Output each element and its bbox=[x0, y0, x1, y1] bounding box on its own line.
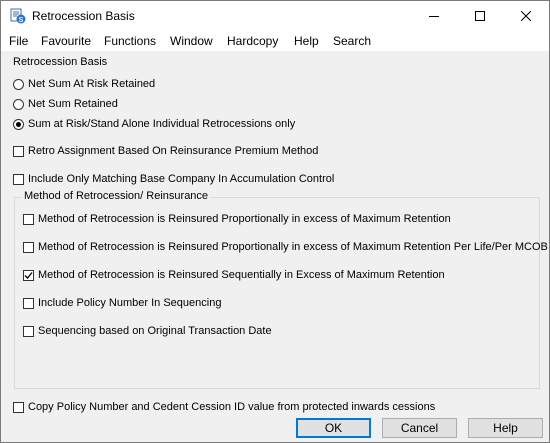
radio-net-sum-retained[interactable]: Net Sum Retained bbox=[13, 96, 118, 112]
retrocession-basis-dialog: S Retrocession Basis File Favourite Func… bbox=[0, 0, 550, 443]
radio-label: Net Sum At Risk Retained bbox=[28, 78, 156, 90]
method-group-label: Method of Retrocession/ Reinsurance bbox=[22, 190, 211, 202]
menu-functions[interactable]: Functions bbox=[104, 34, 156, 48]
svg-text:S: S bbox=[19, 17, 24, 24]
close-button[interactable] bbox=[503, 1, 549, 31]
maximize-icon bbox=[475, 11, 485, 21]
checkbox-retro-assignment[interactable]: Retro Assignment Based On Reinsurance Pr… bbox=[13, 143, 318, 159]
radio-button-selected[interactable] bbox=[13, 118, 24, 130]
checkbox-method-proportional[interactable]: Method of Retrocession is Reinsured Prop… bbox=[23, 211, 451, 227]
checkbox-label: Include Only Matching Base Company In Ac… bbox=[28, 173, 335, 185]
checkbox-label: Sequencing based on Original Transaction… bbox=[38, 325, 272, 337]
checkbox-sequencing-original-date[interactable]: Sequencing based on Original Transaction… bbox=[23, 323, 272, 339]
checkmark-icon bbox=[24, 271, 33, 279]
checkbox-label: Retro Assignment Based On Reinsurance Pr… bbox=[28, 145, 319, 157]
menu-bar: File Favourite Functions Window Hardcopy… bbox=[1, 31, 549, 51]
checkbox-include-matching[interactable]: Include Only Matching Base Company In Ac… bbox=[13, 171, 334, 187]
checkbox[interactable] bbox=[13, 173, 24, 185]
help-button[interactable]: Help bbox=[468, 418, 543, 438]
checkbox-label: Method of Retrocession is Reinsured Prop… bbox=[38, 241, 548, 253]
app-icon: S bbox=[10, 8, 26, 24]
basis-group-label: Retrocession Basis bbox=[13, 56, 108, 68]
menu-search[interactable]: Search bbox=[333, 34, 371, 48]
checkbox-checked[interactable] bbox=[23, 269, 34, 281]
checkbox-method-proportional-per-life[interactable]: Method of Retrocession is Reinsured Prop… bbox=[23, 239, 548, 255]
checkbox[interactable] bbox=[13, 145, 24, 157]
checkbox[interactable] bbox=[23, 325, 34, 337]
checkbox[interactable] bbox=[23, 213, 34, 225]
checkbox-method-sequential[interactable]: Method of Retrocession is Reinsured Sequ… bbox=[23, 267, 445, 283]
close-icon bbox=[521, 11, 531, 21]
radio-label: Net Sum Retained bbox=[28, 98, 118, 110]
minimize-icon bbox=[429, 16, 439, 17]
radio-button[interactable] bbox=[13, 78, 24, 90]
maximize-button[interactable] bbox=[457, 1, 503, 31]
radio-sum-at-risk-stand-alone[interactable]: Sum at Risk/Stand Alone Individual Retro… bbox=[13, 116, 295, 132]
checkbox-label: Method of Retrocession is Reinsured Sequ… bbox=[38, 269, 445, 281]
cancel-button[interactable]: Cancel bbox=[382, 418, 457, 438]
radio-net-sum-at-risk[interactable]: Net Sum At Risk Retained bbox=[13, 76, 155, 92]
checkbox-label: Include Policy Number In Sequencing bbox=[38, 297, 222, 309]
checkbox[interactable] bbox=[23, 297, 34, 309]
title-bar: S Retrocession Basis bbox=[1, 1, 549, 31]
menu-favourite[interactable]: Favourite bbox=[41, 34, 91, 48]
ok-button[interactable]: OK bbox=[296, 418, 371, 438]
menu-file[interactable]: File bbox=[9, 34, 28, 48]
checkbox-include-policy-number[interactable]: Include Policy Number In Sequencing bbox=[23, 295, 221, 311]
checkbox-label: Copy Policy Number and Cedent Cession ID… bbox=[28, 401, 436, 413]
radio-label: Sum at Risk/Stand Alone Individual Retro… bbox=[28, 118, 296, 130]
menu-help[interactable]: Help bbox=[294, 34, 319, 48]
minimize-button[interactable] bbox=[411, 1, 457, 31]
checkbox-copy-policy-number[interactable]: Copy Policy Number and Cedent Cession ID… bbox=[13, 399, 435, 415]
checkbox[interactable] bbox=[13, 401, 24, 413]
checkbox[interactable] bbox=[23, 241, 34, 253]
window-title: Retrocession Basis bbox=[32, 9, 135, 23]
menu-window[interactable]: Window bbox=[170, 34, 213, 48]
radio-button[interactable] bbox=[13, 98, 24, 110]
checkbox-label: Method of Retrocession is Reinsured Prop… bbox=[38, 213, 451, 225]
menu-hardcopy[interactable]: Hardcopy bbox=[227, 34, 278, 48]
